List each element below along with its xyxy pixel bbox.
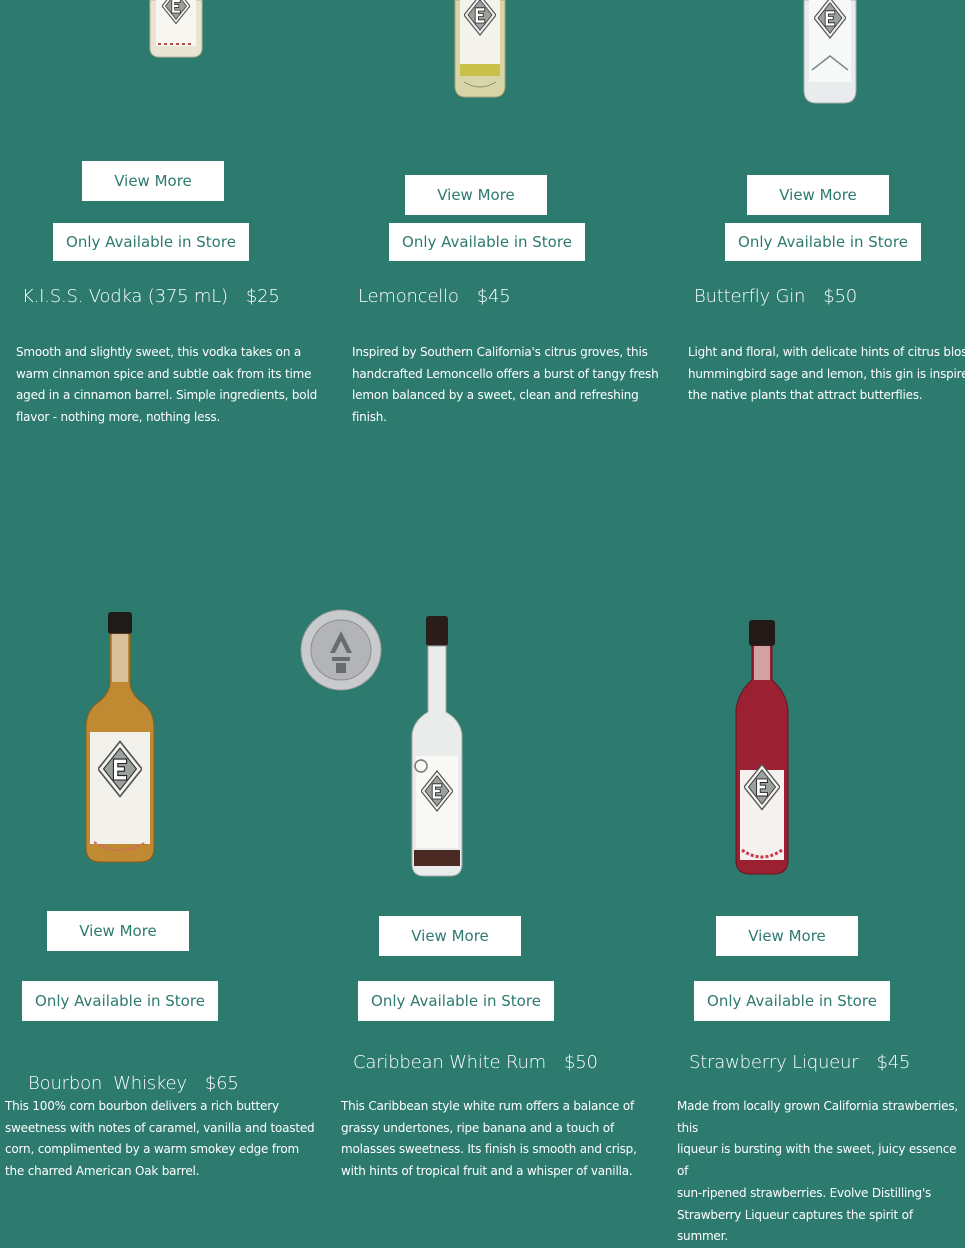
product-name: Strawberry Liqueur [689, 1052, 859, 1073]
description-line: handcrafted Lemoncello offers a burst of… [352, 366, 659, 381]
product-description-rum: This Caribbean style white rum offers a … [341, 1096, 637, 1183]
product-name: Caribbean White Rum [353, 1052, 546, 1073]
product-description-strawberry: Made from locally grown California straw… [677, 1096, 965, 1248]
description-line: Inspired by Southern California's citrus… [352, 345, 648, 359]
availability-button-strawberry[interactable]: Only Available in Store [694, 981, 890, 1021]
product-price: $45 [476, 286, 511, 307]
product-price: $45 [876, 1052, 911, 1073]
lemoncello-bottle-image [454, 0, 506, 98]
product-name: Bourbon Whiskey [28, 1073, 187, 1094]
view-more-button-bourbon[interactable]: View More [47, 911, 189, 951]
description-line: with hints of tropical fruit and a whisp… [341, 1164, 633, 1179]
view-more-button-gin[interactable]: View More [747, 175, 889, 215]
availability-button-rum[interactable]: Only Available in Store [358, 981, 554, 1021]
description-line: warm cinnamon spice and subtle oak from … [16, 366, 312, 381]
product-description-bourbon: This 100% corn bourbon delivers a rich b… [5, 1096, 315, 1183]
view-more-button-lemoncello[interactable]: View More [405, 175, 547, 215]
product-price: $50 [564, 1052, 598, 1073]
product-title-gin: Butterfly Gin $50 [694, 286, 857, 307]
description-line: the charred American Oak barrel. [5, 1164, 200, 1179]
description-line: lemon balanced by a sweet, clean and ref… [352, 388, 639, 403]
product-description-gin: Light and floral, with delicate hints of… [688, 342, 965, 407]
description-line: finish. [352, 410, 387, 425]
description-line: sun-ripened strawberries. Evolve Distill… [677, 1185, 932, 1200]
product-description-lemoncello: Inspired by Southern California's citrus… [352, 342, 659, 429]
product-price: $50 [823, 286, 858, 307]
description-line: Made from locally grown California straw… [677, 1099, 959, 1135]
award-medal-icon [300, 609, 382, 691]
product-price: $65 [204, 1073, 239, 1094]
product-title-strawberry: Strawberry Liqueur $45 [689, 1052, 910, 1073]
vodka-bottle-image [148, 0, 204, 58]
description-line: aged in a cinnamon barrel. Simple ingred… [16, 388, 317, 403]
product-title-lemoncello: Lemoncello $45 [358, 286, 511, 307]
availability-button-vodka[interactable]: Only Available in Store [53, 223, 249, 261]
description-line: molasses sweetness. Its finish is smooth… [341, 1142, 637, 1157]
product-name: K.I.S.S. Vodka (375 mL) [22, 286, 228, 307]
description-line: the native plants that attract butterfli… [688, 388, 923, 403]
view-more-button-strawberry[interactable]: View More [716, 916, 858, 956]
view-more-button-vodka[interactable]: View More [82, 161, 224, 201]
description-line: This Caribbean style white rum offers a … [341, 1099, 634, 1113]
product-title-rum: Caribbean White Rum $50 [353, 1052, 598, 1073]
product-name: Lemoncello [358, 286, 459, 307]
availability-button-gin[interactable]: Only Available in Store [725, 223, 921, 261]
description-line: Strawberry Liqueur captures the spirit o… [677, 1207, 913, 1244]
gin-bottle-image [802, 0, 858, 104]
rum-bottle-image [408, 616, 466, 878]
bourbon-bottle-image [84, 612, 156, 864]
description-line: Smooth and slightly sweet, this vodka ta… [16, 345, 301, 359]
product-description-vodka: Smooth and slightly sweet, this vodka ta… [16, 342, 317, 429]
view-more-button-rum[interactable]: View More [379, 916, 521, 956]
product-price: $25 [245, 286, 280, 307]
description-line: hummingbird sage and lemon, this gin is … [688, 366, 965, 381]
product-title-bourbon: Bourbon Whiskey $65 [17, 1052, 239, 1094]
availability-button-lemoncello[interactable]: Only Available in Store [389, 223, 585, 261]
description-line: grassy undertones, ripe banana and a tou… [341, 1120, 614, 1135]
description-line: Light and floral, with delicate hints of… [688, 345, 965, 359]
description-line: This 100% corn bourbon delivers a rich b… [5, 1099, 279, 1113]
product-name: Butterfly Gin [694, 286, 806, 307]
description-line: liqueur is bursting with the sweet, juic… [677, 1142, 957, 1179]
description-line: sweetness with notes of caramel, vanilla… [5, 1120, 315, 1135]
description-line: corn, complimented by a warm smokey edge… [5, 1142, 299, 1157]
strawberry-bottle-image [732, 620, 792, 876]
availability-button-bourbon[interactable]: Only Available in Store [22, 981, 218, 1021]
product-title-vodka: K.I.S.S. Vodka (375 mL) $25 [22, 286, 280, 307]
description-line: flavor - nothing more, nothing less. [16, 410, 221, 425]
